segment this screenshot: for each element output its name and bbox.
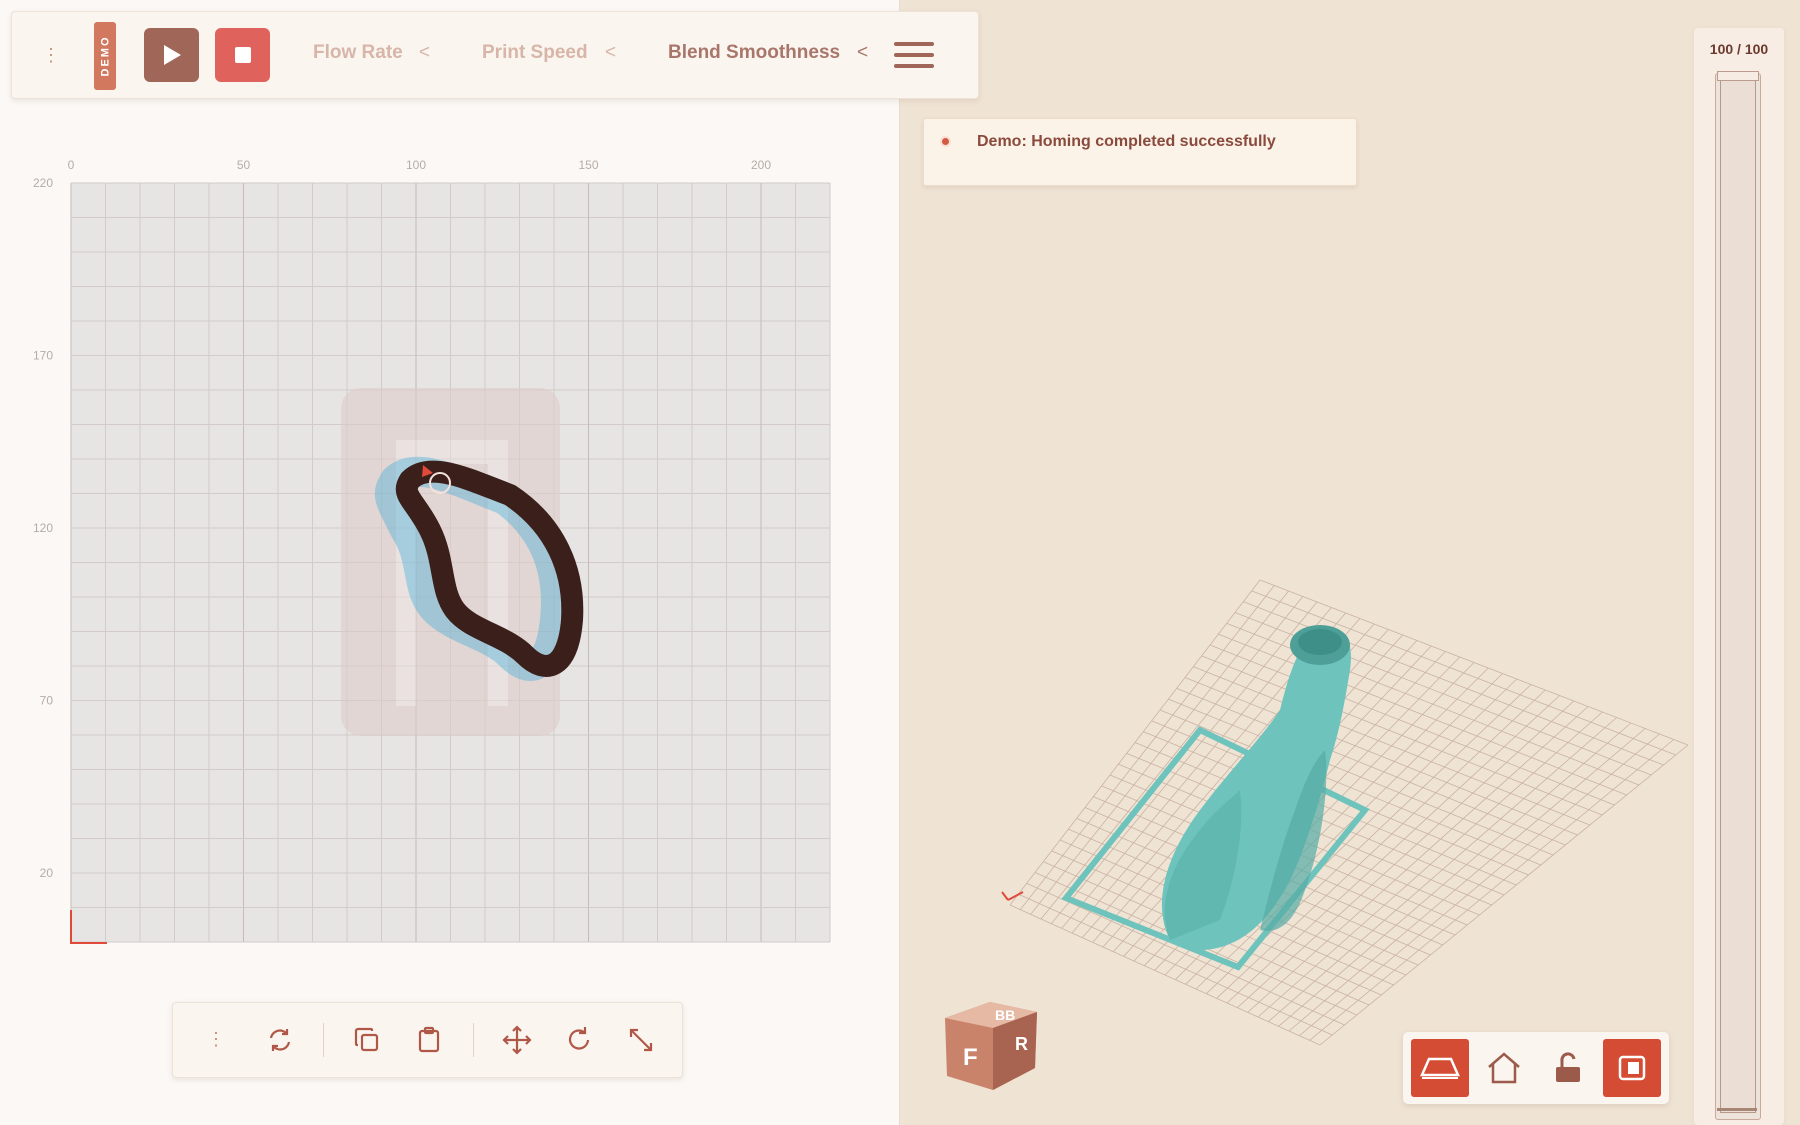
demo-badge-label: DEMO [99,35,111,77]
home-button[interactable] [1475,1039,1533,1097]
x-axis-ticks: 0 50 100 150 200 [68,158,772,172]
status-dot-icon [940,136,951,147]
layer-slider-track[interactable] [1715,73,1761,1120]
stop-icon [234,47,251,63]
y-tick-label: 220 [33,176,53,190]
layers-panel-button[interactable] [1603,1039,1661,1097]
hamburger-menu-icon[interactable] [894,42,934,70]
view-cube[interactable]: F R BB [935,990,1045,1100]
layer-slider-panel: 100 / 100 [1694,28,1784,1125]
rotate-icon [568,1027,590,1050]
rotate-button[interactable] [560,1021,598,1059]
drag-handle-icon[interactable]: ⋮ [42,46,60,64]
unlock-button[interactable] [1539,1039,1597,1097]
demo-badge: DEMO [94,22,116,90]
y-tick-label: 120 [33,521,53,535]
cube-face-top: BB [995,1007,1015,1023]
stop-button[interactable] [215,28,270,82]
bed-view-icon [1420,1057,1460,1079]
y-tick-label: 20 [40,866,54,880]
paste-icon [418,1026,440,1053]
layers-panel-icon [1618,1055,1646,1081]
play-button[interactable] [144,28,199,82]
layer-count-label: 100 / 100 [1709,41,1769,57]
move-icon [502,1025,532,1055]
view-controls [1403,1032,1669,1104]
move-button[interactable] [498,1021,536,1059]
refresh-icon [269,1029,291,1051]
unlock-icon [1556,1052,1580,1082]
param-blend-smoothness[interactable]: Blend Smoothness [668,42,840,64]
layer-slider-handle-top[interactable] [1717,71,1759,81]
copy-button[interactable] [348,1021,386,1059]
param-print-speed[interactable]: Print Speed [482,42,588,64]
scale-button[interactable] [622,1021,660,1059]
chevron-left-icon[interactable]: < [419,42,430,64]
bed-view-button[interactable] [1411,1039,1469,1097]
x-tick-label: 200 [751,158,771,172]
x-tick-label: 150 [578,158,598,172]
home-icon [1488,1052,1520,1084]
y-tick-label: 70 [40,694,54,708]
axes-origin-icon [1001,891,1024,901]
printed-model[interactable] [1161,625,1351,950]
play-icon [163,45,181,65]
x-tick-label: 100 [406,158,426,172]
edit-toolbar: ⋮ [172,1002,683,1078]
scale-icon [629,1028,653,1052]
top-toolbar: ⋮ DEMO Flow Rate < Print Speed < Blend S… [11,11,979,99]
x-tick-label: 50 [237,158,251,172]
y-tick-label: 170 [33,349,53,363]
chevron-left-icon[interactable]: < [605,42,616,64]
path-plot[interactable]: 0 50 100 150 200 220 170 120 70 20 [0,150,899,950]
drag-handle-icon[interactable]: ⋮ [207,1030,225,1048]
param-flow-rate[interactable]: Flow Rate [313,42,403,64]
cube-face-right: R [1015,1034,1028,1054]
refresh-button[interactable] [261,1021,299,1059]
copy-icon [354,1027,379,1052]
chevron-left-icon[interactable]: < [857,42,868,64]
layer-slider-handle-bottom[interactable] [1717,1108,1757,1111]
x-tick-label: 0 [68,158,75,172]
cube-face-front: F [963,1044,978,1071]
y-axis-ticks: 220 170 120 70 20 [33,176,53,880]
paste-button[interactable] [410,1021,448,1059]
status-notification: Demo: Homing completed successfully [923,118,1357,186]
notification-text: Demo: Homing completed successfully [977,133,1276,150]
